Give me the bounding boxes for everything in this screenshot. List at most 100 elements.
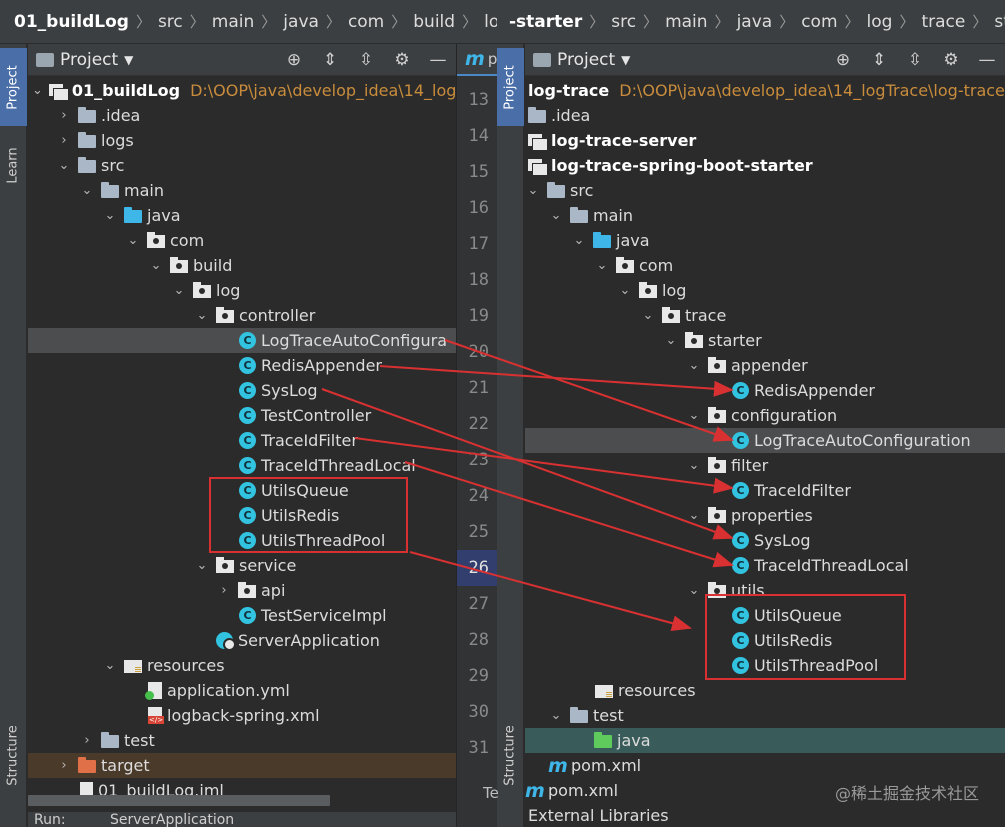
tree-item-class[interactable]: C UtilsRedis — [28, 503, 456, 528]
gear-icon[interactable]: ⚙ — [392, 50, 412, 70]
breadcrumb-item[interactable]: com — [801, 12, 837, 32]
chevron-down-icon[interactable]: ⌄ — [663, 333, 679, 349]
chevron-down-icon[interactable]: ⌄ — [594, 258, 610, 274]
tree-item[interactable]: java — [525, 728, 1005, 753]
chevron-down-icon[interactable]: ⌄ — [148, 258, 164, 274]
chevron-down-icon[interactable]: ⌄ — [686, 408, 702, 424]
tree-item[interactable]: ⌄ filter — [525, 453, 1005, 478]
chevron-right-icon[interactable]: › — [216, 583, 232, 599]
tree-item-class[interactable]: C UtilsQueue — [525, 603, 1005, 628]
chevron-down-icon[interactable]: ⌄ — [525, 183, 541, 199]
tree-item[interactable]: ⌄ main — [28, 178, 456, 203]
tree-item[interactable]: ⌄ configuration — [525, 403, 1005, 428]
tree-item-class[interactable]: C UtilsRedis — [525, 628, 1005, 653]
tree-item-class[interactable]: C RedisAppender — [525, 378, 1005, 403]
tree-item[interactable]: ⌄ controller — [28, 303, 456, 328]
minimize-icon[interactable]: — — [428, 50, 448, 70]
breadcrumb-item[interactable]: log — [484, 12, 497, 32]
tree-item-file[interactable]: logback-spring.xml — [28, 703, 456, 728]
tree-item[interactable]: ⌄ java — [28, 203, 456, 228]
tree-item[interactable]: ⌄ appender — [525, 353, 1005, 378]
tree-item-class[interactable]: C RedisAppender — [28, 353, 456, 378]
tree-item[interactable]: ⌄ src — [525, 178, 1005, 203]
project-view-selector[interactable]: Project ▼ — [28, 50, 133, 70]
chevron-down-icon[interactable]: ⌄ — [56, 158, 72, 174]
chevron-down-icon[interactable]: ⌄ — [32, 83, 43, 99]
tree-item-class[interactable]: ServerApplication — [28, 628, 456, 653]
breadcrumb-item[interactable]: main — [665, 12, 707, 32]
chevron-right-icon[interactable]: › — [56, 133, 72, 149]
tree-item-class[interactable]: C TraceIdThreadLocal — [28, 453, 456, 478]
chevron-down-icon[interactable]: ⌄ — [79, 183, 95, 199]
structure-tool-tab[interactable]: Structure — [0, 709, 27, 801]
tree-item[interactable]: ⌄ com — [28, 228, 456, 253]
chevron-down-icon[interactable]: ⌄ — [640, 308, 656, 324]
tree-item[interactable]: › api — [28, 578, 456, 603]
horizontal-scrollbar[interactable] — [28, 795, 330, 806]
minimize-icon[interactable]: — — [977, 50, 997, 70]
tree-item[interactable]: ⌄ build — [28, 253, 456, 278]
chevron-down-icon[interactable]: ⌄ — [194, 558, 210, 574]
project-tool-tab[interactable]: Project — [497, 48, 524, 126]
breadcrumb-item[interactable]: com — [348, 12, 384, 32]
expand-all-icon[interactable]: ⇕ — [320, 50, 340, 70]
tree-item-module[interactable]: log-trace-spring-boot-starter — [525, 153, 1005, 178]
breadcrumb-item[interactable]: 01_buildLog — [14, 12, 129, 32]
breadcrumb-item[interactable]: starter — [994, 12, 1005, 32]
tree-item-class[interactable]: C LogTraceAutoConfigura — [28, 328, 456, 353]
tree-item[interactable]: › .idea — [28, 103, 456, 128]
chevron-down-icon[interactable]: ⌄ — [686, 583, 702, 599]
gear-icon[interactable]: ⚙ — [941, 50, 961, 70]
tree-item-class[interactable]: C UtilsQueue — [28, 478, 456, 503]
tree-item-class[interactable]: C TestController — [28, 403, 456, 428]
chevron-right-icon[interactable]: › — [79, 733, 95, 749]
chevron-down-icon[interactable]: ⌄ — [194, 308, 210, 324]
tree-item[interactable]: ⌄ java — [525, 228, 1005, 253]
tree-item[interactable]: resources — [525, 678, 1005, 703]
tree-item[interactable]: ⌄ main — [525, 203, 1005, 228]
breadcrumb-item[interactable]: java — [283, 12, 319, 32]
breadcrumb-item[interactable]: log — [867, 12, 893, 32]
tree-item[interactable]: External Libraries — [525, 803, 1005, 827]
tree-item[interactable]: ⌄ resources — [28, 653, 456, 678]
tree-item-class[interactable]: C TraceIdFilter — [525, 478, 1005, 503]
tree-item[interactable]: › test — [28, 728, 456, 753]
chevron-down-icon[interactable]: ⌄ — [571, 233, 587, 249]
tree-item[interactable]: ⌄ service — [28, 553, 456, 578]
chevron-down-icon[interactable]: ⌄ — [102, 658, 118, 674]
tree-item[interactable]: ⌄ trace — [525, 303, 1005, 328]
project-view-selector[interactable]: Project ▼ — [525, 50, 630, 70]
tree-item-file[interactable]: m pom.xml — [525, 753, 1005, 778]
collapse-all-icon[interactable]: ⇳ — [356, 50, 376, 70]
chevron-down-icon[interactable]: ⌄ — [686, 358, 702, 374]
tree-item[interactable]: ⌄ src — [28, 153, 456, 178]
breadcrumb-item[interactable]: java — [737, 12, 773, 32]
chevron-right-icon[interactable]: › — [56, 758, 72, 774]
tree-item[interactable]: › logs — [28, 128, 456, 153]
chevron-down-icon[interactable]: ⌄ — [171, 283, 187, 299]
chevron-down-icon[interactable]: ⌄ — [686, 508, 702, 524]
structure-tool-tab[interactable]: Structure — [497, 709, 524, 801]
tree-item[interactable]: ⌄ starter — [525, 328, 1005, 353]
tree-item-class[interactable]: C UtilsThreadPool — [525, 653, 1005, 678]
tree-item[interactable]: › target — [28, 753, 456, 778]
chevron-down-icon[interactable]: ⌄ — [617, 283, 633, 299]
tree-item[interactable]: ⌄ log — [28, 278, 456, 303]
breadcrumb-item[interactable]: main — [212, 12, 254, 32]
project-tool-tab[interactable]: Project — [0, 48, 27, 126]
tree-item-class[interactable]: C TraceIdFilter — [28, 428, 456, 453]
collapse-all-icon[interactable]: ⇳ — [905, 50, 925, 70]
locate-target-icon[interactable]: ⊕ — [284, 50, 304, 70]
chevron-down-icon[interactable]: ⌄ — [548, 708, 564, 724]
tree-item-module[interactable]: log-trace-server — [525, 128, 1005, 153]
tree-item-class[interactable]: C SysLog — [525, 528, 1005, 553]
tree-item-class[interactable]: C TraceIdThreadLocal — [525, 553, 1005, 578]
tree-item-class[interactable]: C LogTraceAutoConfiguration — [525, 428, 1005, 453]
breadcrumb-item[interactable]: trace — [921, 12, 965, 32]
tree-item[interactable]: ⌄ test — [525, 703, 1005, 728]
chevron-down-icon[interactable]: ⌄ — [125, 233, 141, 249]
editor-bottom-tab[interactable]: Te — [483, 784, 499, 802]
tree-item[interactable]: ⌄ properties — [525, 503, 1005, 528]
breadcrumb-item[interactable]: src — [158, 12, 183, 32]
tree-item[interactable]: .idea — [525, 103, 1005, 128]
